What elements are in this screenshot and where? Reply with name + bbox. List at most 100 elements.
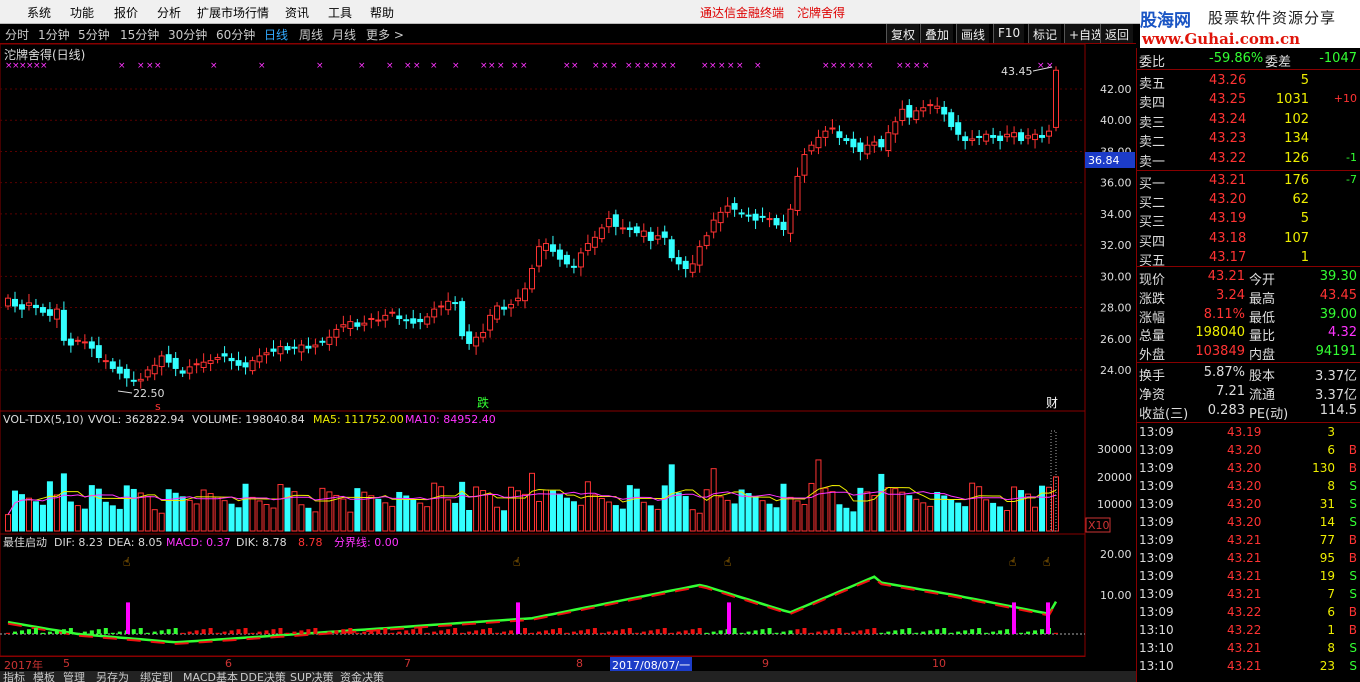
f10-button[interactable]: F10 <box>993 24 1025 43</box>
candle-body <box>885 132 892 152</box>
candle-body <box>417 318 424 323</box>
macd-histogram-bar <box>201 629 206 634</box>
restore-rights-button[interactable]: 复权 <box>886 24 920 43</box>
bid-label: 买四 <box>1139 234 1166 250</box>
macd-histogram-bar <box>187 631 192 634</box>
macd-histogram-bar <box>641 631 646 634</box>
volume-bar <box>81 508 88 532</box>
menu-analysis[interactable]: 分析 <box>157 4 181 21</box>
overlay-button[interactable]: 叠加 <box>920 24 954 43</box>
period-30min[interactable]: 30分钟 <box>168 26 207 43</box>
tab-capital[interactable]: 资金决策 <box>340 671 384 682</box>
volume-bar <box>319 487 326 532</box>
macd-ytick-0: 20.00 <box>1100 548 1132 561</box>
tab-manage[interactable]: 管理 <box>63 671 85 682</box>
period-weekly[interactable]: 周线 <box>299 26 323 43</box>
tab-macd-basic[interactable]: MACD基本 <box>183 671 238 682</box>
macd-histogram-bar <box>418 628 423 634</box>
tick-side: S <box>1349 587 1357 601</box>
macd-boundary: 分界线: 0.00 <box>334 535 399 549</box>
kline-chart[interactable]: 42.0040.0038.0036.0034.0032.0030.0028.00… <box>0 43 1136 657</box>
signal-marker: × <box>904 61 912 71</box>
candle-body <box>626 227 633 230</box>
candle-body <box>53 308 60 320</box>
high-price-label: 43.45 <box>1001 65 1033 78</box>
volume-bar <box>179 496 186 532</box>
macd-histogram-bar <box>131 629 136 634</box>
candle-body <box>780 221 787 231</box>
menu-help[interactable]: 帮助 <box>370 4 394 21</box>
period-monthly[interactable]: 月线 <box>332 26 356 43</box>
period-5min[interactable]: 5分钟 <box>78 26 110 43</box>
period-1min[interactable]: 1分钟 <box>38 26 70 43</box>
ask-change: -1 <box>1346 150 1357 164</box>
bid-row: 买二 43.20 62 <box>1137 191 1360 212</box>
macd-histogram-bar <box>285 632 290 634</box>
signal-marker: × <box>1046 61 1054 71</box>
chart-area[interactable]: 42.00 40.00 38.00 36.00 34.00 32.00 30.00 28.00… <box>0 43 1136 657</box>
bid-label: 买二 <box>1139 196 1166 212</box>
ask-row: 卖二 43.23 134 <box>1137 130 1360 150</box>
volume-bar <box>948 499 955 532</box>
candle-body <box>542 243 549 251</box>
candle-body <box>591 236 598 248</box>
period-60min[interactable]: 60分钟 <box>216 26 255 43</box>
period-more[interactable]: 更多 > <box>366 26 404 43</box>
vol-vvol: VVOL: 362822.94 <box>88 413 184 426</box>
volume-bar <box>228 503 235 532</box>
menu-news[interactable]: 资讯 <box>285 4 309 21</box>
mark-button[interactable]: 标记 <box>1028 24 1062 43</box>
candle-body <box>955 122 962 135</box>
tab-dde[interactable]: DDE决策 <box>240 671 286 682</box>
bid-price: 43.18 <box>1209 230 1247 246</box>
signal-marker: × <box>634 61 642 71</box>
macd-histogram-bar <box>509 630 514 634</box>
tick-time: 13:09 <box>1139 479 1174 493</box>
menu-quote[interactable]: 报价 <box>114 4 138 21</box>
candle-body <box>172 357 179 369</box>
macd-histogram-bar <box>921 631 926 634</box>
menu-extended-market[interactable]: 扩展市场行情 <box>197 4 269 21</box>
ask-price: 43.26 <box>1209 73 1247 88</box>
bid-row: 买四 43.18 107 <box>1137 230 1360 250</box>
tab-template[interactable]: 模板 <box>33 671 55 682</box>
ask-label: 卖一 <box>1139 154 1166 170</box>
tab-save-as[interactable]: 另存为 <box>96 671 129 682</box>
volume-bar <box>347 511 354 532</box>
menu-system[interactable]: 系统 <box>27 4 51 21</box>
candle-body <box>584 243 591 251</box>
volume-bar <box>864 491 871 532</box>
back-button[interactable]: 返回 <box>1100 24 1134 43</box>
period-timeshare[interactable]: 分时 <box>5 26 29 43</box>
candle-body <box>487 314 494 331</box>
macd-histogram-bar <box>942 628 947 634</box>
menu-tools[interactable]: 工具 <box>328 4 352 21</box>
candle-body <box>850 138 857 148</box>
candle-body <box>95 345 102 359</box>
volume-bar <box>235 507 242 532</box>
signal-marker: × <box>386 61 394 71</box>
macd-dif-line <box>7 575 1058 644</box>
candle-body <box>549 244 556 252</box>
volume-bar <box>591 494 598 532</box>
candle-body <box>668 239 675 259</box>
price-grid <box>0 88 1085 371</box>
candle-body <box>165 354 172 363</box>
weibi-value: -59.86% <box>1209 51 1264 66</box>
macd-histogram-bar <box>893 630 898 634</box>
draw-line-button[interactable]: 画线 <box>956 24 990 43</box>
period-daily[interactable]: 日线 <box>264 26 288 43</box>
signal-marker: × <box>497 61 505 71</box>
tab-bind-to[interactable]: 绑定到 <box>140 671 173 682</box>
candle-body <box>424 316 431 325</box>
menu-function[interactable]: 功能 <box>70 4 94 21</box>
stat-row: 现价 43.21 今开 39.30 <box>1137 268 1360 288</box>
hand-signal-icon: ☝ <box>513 555 520 569</box>
candle-body <box>25 302 32 306</box>
signal-marker: × <box>137 61 145 71</box>
period-15min[interactable]: 15分钟 <box>120 26 159 43</box>
tab-sup[interactable]: SUP决策 <box>290 671 334 682</box>
tab-indicator[interactable]: 指标 <box>3 671 25 682</box>
volume-bar <box>766 503 773 532</box>
tick-volume: 23 <box>1319 659 1335 673</box>
